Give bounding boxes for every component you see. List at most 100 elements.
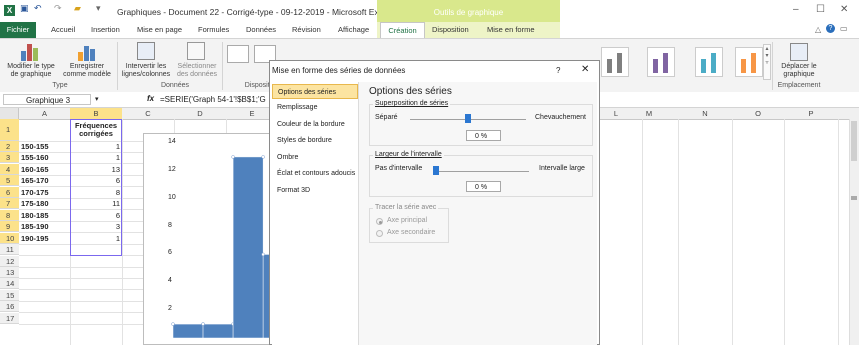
ribbon-collapse-icon[interactable]: △ [815,25,821,34]
tab-revision[interactable]: Révision [292,25,321,34]
selection-handle[interactable] [261,155,265,159]
overlap-slider-thumb[interactable] [465,114,471,123]
tab-mise-en-forme[interactable]: Mise en forme [487,25,535,34]
cell-class-label[interactable]: 165-170 [21,176,49,185]
row-header[interactable]: 17 [0,312,19,324]
move-chart-icon[interactable] [790,43,808,61]
row-header[interactable]: 1 [0,119,19,141]
cell-class-label[interactable]: 175-180 [21,199,49,208]
change-chart-type-icon[interactable] [19,42,41,61]
open-icon[interactable]: ▰ [74,3,81,14]
chart-bar[interactable] [232,156,264,339]
row-header[interactable]: 9 [0,221,19,233]
redo-icon[interactable]: ↷ [54,3,62,14]
name-box[interactable]: Graphique 3 [3,94,91,105]
row-header[interactable]: 11 [0,244,19,256]
dialog-nav-item[interactable]: Options des séries [272,84,358,99]
select-data-icon[interactable] [187,42,205,60]
tab-affichage[interactable]: Affichage [338,25,369,34]
switch-row-column-button[interactable]: Intervertir les lignes/colonnes [118,63,174,79]
gap-slider-track[interactable] [433,171,529,172]
dialog-nav-item[interactable]: Ombre [272,150,358,165]
close-button[interactable]: ✕ [840,4,848,15]
save-template-button[interactable]: Enregistrer comme modèle [60,63,114,79]
row-header[interactable]: 10 [0,232,19,244]
gap-value-input[interactable]: 0 % [466,181,501,192]
dialog-nav-item[interactable]: Remplissage [272,100,358,115]
change-chart-type-button[interactable]: Modifier le type de graphique [2,63,60,79]
chart-bar[interactable] [172,323,204,339]
header-b-cell[interactable]: Fréquences corrigées [70,119,122,141]
layout-gallery-item[interactable] [227,45,249,63]
cell-class-label[interactable]: 180-185 [21,211,49,220]
switch-row-column-icon[interactable] [137,42,155,60]
chart-style-item[interactable] [647,47,675,77]
tab-donnees[interactable]: Données [246,25,276,34]
scrollbar-split-icon[interactable] [851,196,857,200]
chart-bar[interactable] [202,323,234,339]
row-header[interactable]: 3 [0,152,19,164]
chart-style-item[interactable] [695,47,723,77]
selection-handle[interactable] [231,155,235,159]
gap-slider-thumb[interactable] [433,166,439,175]
column-header-d[interactable]: D [174,108,226,119]
help-icon[interactable]: ? [826,24,835,33]
selection-handle[interactable] [261,252,265,257]
dialog-nav-item[interactable]: Format 3D [272,183,358,198]
dialog-help-button[interactable]: ? [556,66,560,75]
restore-button[interactable]: ☐ [816,4,825,15]
dialog-nav-item[interactable]: Éclat et contours adoucis [272,166,358,181]
tab-creation[interactable]: Création [380,22,425,38]
primary-axis-radio[interactable] [376,218,383,225]
row-header[interactable]: 6 [0,186,19,198]
minimize-button[interactable]: – [793,4,799,15]
dialog-nav-item[interactable]: Styles de bordure [272,133,358,148]
tab-insertion[interactable]: Insertion [91,25,120,34]
formula-input[interactable]: =SERIE('Graph 54-1'!$B$1;'G [160,95,266,104]
name-box-dropdown-icon[interactable]: ▾ [95,95,99,103]
tab-fichier[interactable]: Fichier [0,22,36,38]
secondary-axis-radio[interactable] [376,230,383,237]
tab-mise-en-page[interactable]: Mise en page [137,25,182,34]
scrollbar-thumb[interactable] [851,121,857,161]
dialog-close-button[interactable]: ✕ [581,64,589,75]
cell-class-label[interactable]: 160-165 [21,165,49,174]
tab-formules[interactable]: Formules [198,25,229,34]
row-header[interactable]: 5 [0,175,19,187]
row-header[interactable]: 14 [0,278,19,290]
column-header-p[interactable]: P [784,108,838,119]
cell-class-label[interactable]: 170-175 [21,188,49,197]
customize-qat-icon[interactable]: ▾ [96,3,101,14]
column-header-a[interactable]: A [19,108,70,119]
select-data-button[interactable]: Sélectionner des données [172,63,222,79]
tab-disposition[interactable]: Disposition [432,25,469,34]
select-all-corner[interactable] [0,108,19,119]
row-header[interactable]: 2 [0,141,19,152]
tab-accueil[interactable]: Accueil [51,25,75,34]
row-header[interactable]: 12 [0,255,19,267]
save-template-icon[interactable] [77,42,97,61]
style-gallery-scroll[interactable]: ▴ ▾ ▿ [763,44,771,80]
window-restore-icon[interactable]: ▭ [840,24,848,33]
fx-icon[interactable]: fx [147,94,154,103]
row-header[interactable]: 7 [0,198,19,210]
undo-icon[interactable]: ↶ [34,3,42,14]
chart-style-item[interactable] [601,47,629,77]
row-header[interactable]: 16 [0,301,19,313]
row-header[interactable]: 4 [0,163,19,175]
cell-class-label[interactable]: 190-195 [21,234,49,243]
overlap-value-input[interactable]: 0 % [466,130,501,141]
save-icon[interactable]: ▣ [20,3,29,14]
column-header-b[interactable]: B [70,108,122,119]
dialog-nav-item[interactable]: Couleur de la bordure [272,117,358,132]
cell-class-label[interactable]: 185-190 [21,222,49,231]
row-header[interactable]: 8 [0,209,19,221]
column-header-m[interactable]: M [620,108,678,119]
selection-handle[interactable] [201,322,205,326]
column-header-c[interactable]: C [122,108,174,119]
chart-style-item[interactable] [735,47,763,77]
column-header-n[interactable]: N [678,108,732,119]
move-chart-button[interactable]: Déplacer le graphique [776,63,822,79]
cell-class-label[interactable]: 155-160 [21,153,49,162]
row-header[interactable]: 13 [0,266,19,278]
